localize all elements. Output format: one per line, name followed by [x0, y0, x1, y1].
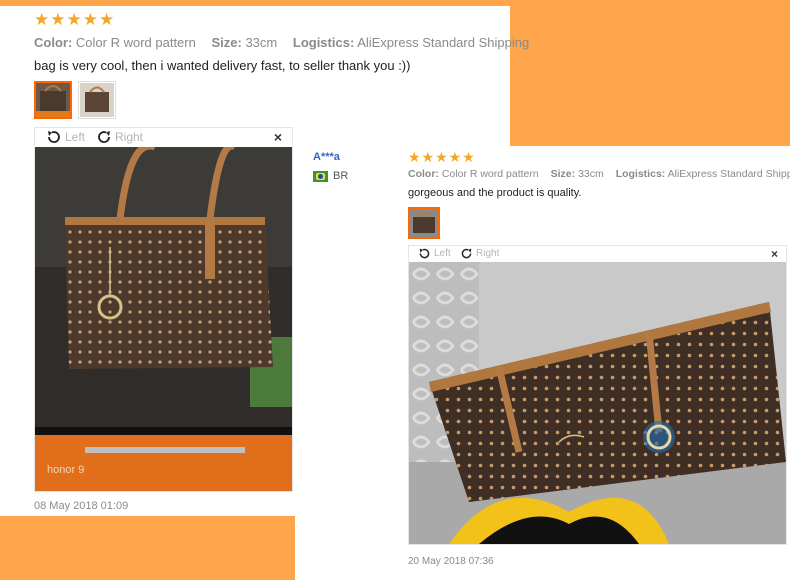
size-value: 33cm: [245, 35, 278, 50]
review-attributes: Color: Color R word pattern Size: 33cm L…: [408, 168, 790, 180]
photo-thumbnail-2[interactable]: [78, 81, 116, 119]
color-value: Color R word pattern: [441, 168, 539, 180]
rotate-right-label: Right: [476, 248, 500, 259]
rotate-left-label: Left: [65, 130, 86, 144]
size-label: Size:: [211, 35, 242, 50]
size-label: Size:: [550, 168, 576, 180]
reviewer-name[interactable]: A***a: [313, 151, 340, 163]
color-value: Color R word pattern: [75, 35, 196, 50]
rotate-left-icon: [419, 248, 430, 259]
logistics-label: Logistics:: [615, 168, 666, 180]
color-label: Color:: [408, 168, 439, 180]
photo-thumbnail-1[interactable]: [34, 81, 72, 119]
rotate-right-label: Right: [115, 130, 144, 144]
logistics-value: AliExpress Standard Shipping: [357, 35, 530, 50]
close-viewer-button[interactable]: ×: [274, 129, 282, 145]
color-label: Color:: [34, 35, 73, 50]
rotate-right-icon: [98, 131, 110, 143]
rotate-right-button[interactable]: Right: [459, 247, 499, 260]
photo-watermark: honor 9: [47, 464, 84, 476]
size-value: 33cm: [578, 168, 604, 180]
review-date: 08 May 2018 01:09: [34, 500, 129, 512]
viewer-toolbar: Left Right ×: [35, 128, 292, 146]
photo-viewer-1: Left Right × honor 9: [34, 127, 293, 492]
review-text: bag is very cool, then i wanted delivery…: [34, 58, 411, 73]
rotate-left-label: Left: [434, 248, 451, 259]
review-photo-2: [409, 262, 786, 544]
brazil-flag-icon: [313, 170, 328, 182]
active-thumb-caret: [418, 238, 430, 239]
rotate-right-button[interactable]: Right: [95, 129, 143, 145]
reviewer-country: BR: [313, 170, 348, 182]
review-attributes: Color: Color R word pattern Size: 33cm L…: [34, 35, 529, 50]
rotate-right-icon: [461, 248, 472, 259]
review-date: 20 May 2018 07:36: [408, 556, 494, 567]
logistics-value: AliExpress Standard Shipping: [667, 168, 790, 180]
rotate-left-button[interactable]: Left: [417, 247, 451, 260]
photo-thumbnail-1[interactable]: [408, 207, 440, 239]
rotate-left-icon: [48, 131, 60, 143]
country-code: BR: [333, 170, 349, 182]
logistics-label: Logistics:: [292, 35, 355, 50]
active-thumb-caret: [47, 118, 59, 119]
rating-stars: ★★★★★: [408, 149, 476, 165]
viewer-toolbar: Left Right ×: [409, 246, 786, 262]
review-text: gorgeous and the product is quality.: [408, 187, 582, 199]
close-viewer-button[interactable]: ×: [771, 247, 778, 261]
rotate-left-button[interactable]: Left: [45, 129, 85, 145]
review-photo-1: honor 9: [35, 147, 292, 491]
photo-viewer-2: Left Right ×: [408, 245, 787, 545]
rating-stars: ★★★★★: [34, 10, 116, 29]
